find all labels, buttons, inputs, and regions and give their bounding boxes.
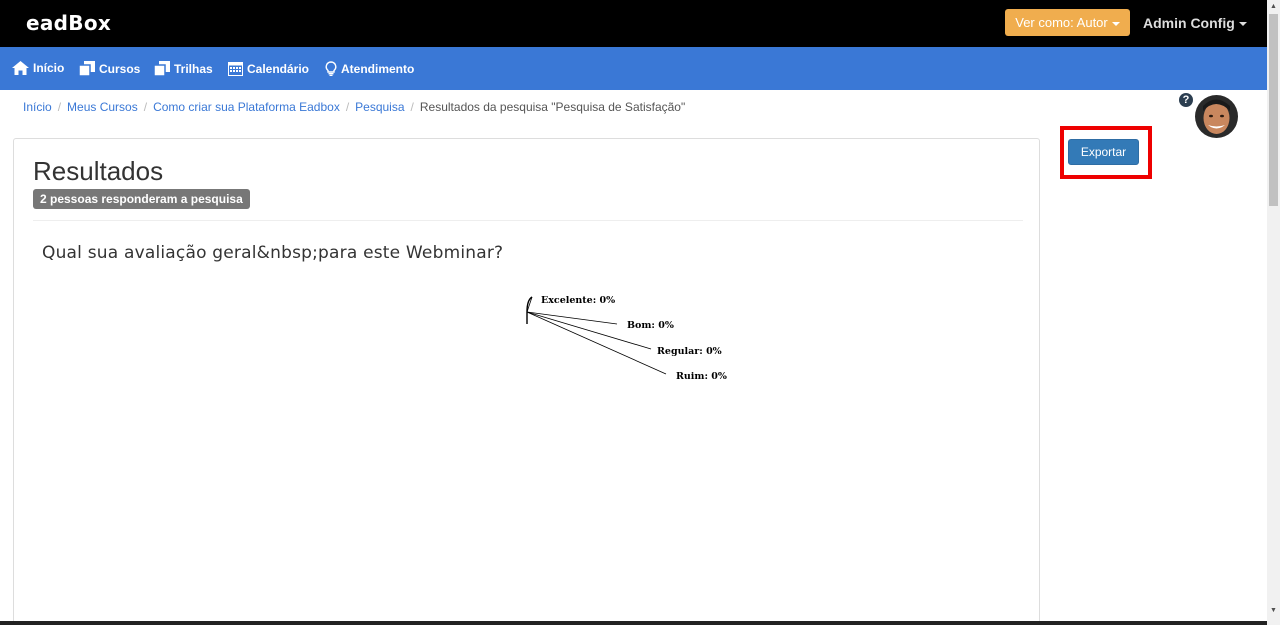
responses-badge: 2 pessoas responderam a pesquisa xyxy=(33,189,250,209)
admin-config-label: Admin Config xyxy=(1143,15,1235,31)
nav-item-label: Calendário xyxy=(247,61,310,76)
export-button[interactable]: Exportar xyxy=(1068,139,1139,165)
copy-icon xyxy=(154,61,170,76)
home-icon xyxy=(12,61,29,75)
breadcrumb-link[interactable]: Meus Cursos xyxy=(67,100,138,114)
nav-item-inicio[interactable]: Início xyxy=(12,61,64,75)
caret-down-icon xyxy=(1238,22,1247,27)
breadcrumb-link[interactable]: Pesquisa xyxy=(355,100,404,114)
logo[interactable]: eadBox xyxy=(26,11,111,35)
caret-down-icon xyxy=(1111,21,1120,26)
page-title: Resultados xyxy=(33,156,164,186)
pie-slice-label: Excelente: 0% xyxy=(541,295,615,306)
admin-config-dropdown[interactable]: Admin Config xyxy=(1143,15,1247,31)
divider xyxy=(33,220,1023,221)
breadcrumb: Início / Meus Cursos / Como criar sua Plataf… xyxy=(23,100,686,114)
pie-slice-label: Regular: 0% xyxy=(657,346,722,357)
main-nav: Início Cursos Trilhas Calendário Atendim… xyxy=(0,47,1267,90)
lightbulb-icon xyxy=(325,61,337,76)
breadcrumb-link[interactable]: Início xyxy=(23,100,52,114)
scroll-up-arrow-icon[interactable]: ▲ xyxy=(1267,0,1280,14)
pie-slice-label: Ruim: 0% xyxy=(676,371,727,382)
breadcrumb-link[interactable]: Como criar sua Plataforma Eadbox xyxy=(153,100,340,114)
nav-item-label: Atendimento xyxy=(341,61,415,76)
nav-item-label: Trilhas xyxy=(174,61,213,76)
calendar-icon xyxy=(228,62,243,76)
pie-chart: Excelente: 0% Bom: 0% Regular: 0% Ruim: 0% xyxy=(526,295,727,382)
view-as-dropdown[interactable]: Ver como: Autor xyxy=(1005,9,1130,36)
scroll-down-arrow-icon[interactable]: ▼ xyxy=(1267,604,1280,618)
nav-item-label: Início xyxy=(33,61,65,75)
nav-item-atendimento[interactable]: Atendimento xyxy=(325,61,414,76)
nav-item-trilhas[interactable]: Trilhas xyxy=(154,61,213,76)
nav-item-label: Cursos xyxy=(99,61,141,76)
nav-item-cursos[interactable]: Cursos xyxy=(79,61,140,76)
question-text: Qual sua avaliação geral&nbsp;para este … xyxy=(42,243,504,263)
help-icon[interactable]: ? xyxy=(1179,93,1193,107)
breadcrumb-current: Resultados da pesquisa "Pesquisa de Sati… xyxy=(419,100,686,114)
avatar[interactable] xyxy=(1195,95,1238,138)
scroll-thumb[interactable] xyxy=(1269,14,1278,206)
pie-slice-label: Bom: 0% xyxy=(627,320,674,331)
vertical-scrollbar[interactable]: ▲ ▼ xyxy=(1267,0,1280,625)
bottom-bar xyxy=(0,621,1267,625)
view-as-label: Ver como: Autor xyxy=(1015,15,1108,30)
top-bar: eadBox Ver como: Autor Admin Config xyxy=(0,0,1267,47)
copy-icon xyxy=(79,61,95,76)
nav-item-calendario[interactable]: Calendário xyxy=(228,61,309,76)
